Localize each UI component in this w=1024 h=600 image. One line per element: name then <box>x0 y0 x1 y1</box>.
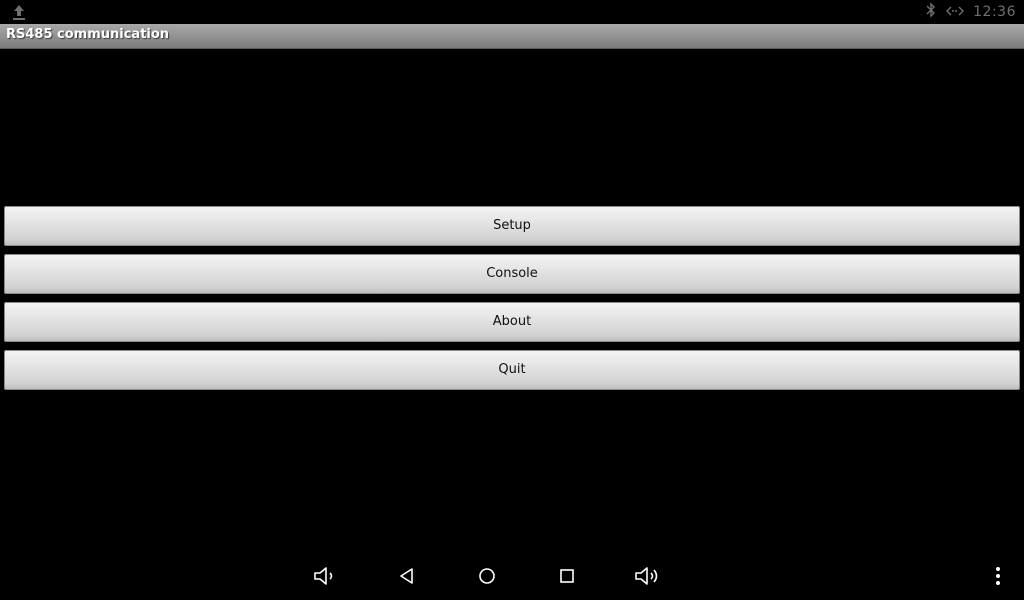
recents-icon[interactable] <box>553 562 581 590</box>
main-menu: Setup Console About Quit <box>4 206 1020 398</box>
title-bar: RS485 communication <box>0 24 1024 49</box>
back-icon[interactable] <box>393 562 421 590</box>
overflow-menu-icon[interactable] <box>984 562 1012 590</box>
data-sync-icon <box>945 3 965 22</box>
navigation-bar <box>0 552 1024 600</box>
quit-button[interactable]: Quit <box>4 350 1020 390</box>
upload-icon <box>10 3 28 21</box>
home-icon[interactable] <box>473 562 501 590</box>
volume-up-icon[interactable] <box>633 562 661 590</box>
volume-down-icon[interactable] <box>311 562 339 590</box>
bluetooth-icon <box>925 2 937 22</box>
status-bar: 12:36 <box>0 0 1024 24</box>
about-button[interactable]: About <box>4 302 1020 342</box>
status-icons: 12:36 <box>925 0 1016 24</box>
app-title: RS485 communication <box>6 27 170 42</box>
setup-button[interactable]: Setup <box>4 206 1020 246</box>
status-time: 12:36 <box>973 4 1016 20</box>
console-button[interactable]: Console <box>4 254 1020 294</box>
